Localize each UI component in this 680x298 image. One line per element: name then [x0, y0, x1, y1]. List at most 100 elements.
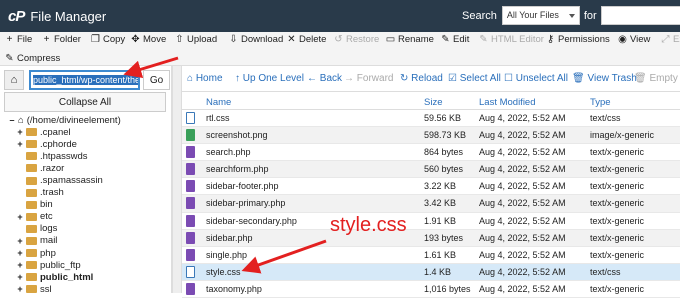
tree-item[interactable]: .trash: [0, 187, 170, 199]
expand-toggle[interactable]: +: [16, 272, 24, 282]
toolbar-ext-button[interactable]: ⤢Ext: [660, 32, 680, 46]
tree-item[interactable]: + .cphorde: [0, 138, 170, 150]
toolbar-restore-button[interactable]: ↺ Restore: [333, 32, 379, 46]
column-size[interactable]: Size: [424, 97, 442, 108]
toolbar-upload-button[interactable]: ⇧ Upload: [174, 32, 217, 46]
tree-item[interactable]: + public_ftp: [0, 259, 170, 271]
tree-item[interactable]: + php: [0, 247, 170, 259]
file-name: searchform.php: [206, 164, 269, 175]
tree-item[interactable]: + etc: [0, 211, 170, 223]
toolbar-button-label: Permissions: [558, 33, 610, 45]
expand-toggle[interactable]: +: [16, 127, 24, 137]
expand-toggle[interactable]: +: [16, 212, 24, 222]
expand-toggle[interactable]: +: [16, 139, 24, 149]
cpanel-logo: cP: [8, 7, 25, 25]
toolbar-file-button[interactable]: + File: [4, 32, 33, 46]
tree-item[interactable]: .spamassassin: [0, 174, 170, 186]
app-logo: cP File Manager: [8, 8, 106, 25]
tree-item-label: mail: [40, 235, 58, 247]
file-name: rtl.css: [206, 113, 230, 123]
file-modified: Aug 4, 2022, 5:52 AM: [479, 113, 566, 123]
file-row[interactable]: sidebar-footer.php 3.22 KB Aug 4, 2022, 5:…: [182, 178, 680, 196]
column-last-modified[interactable]: Last Modified: [479, 97, 536, 108]
tree-item[interactable]: – ⌂ (/home/divineelement): [0, 114, 170, 126]
file-type: text/x-generic: [590, 181, 645, 192]
file-type: text/css: [590, 113, 621, 123]
tree-item[interactable]: logs: [0, 223, 170, 235]
search-scope-select[interactable]: All Your Files: [501, 6, 580, 25]
rename-icon: ▭: [385, 33, 396, 45]
file-row[interactable]: sidebar-primary.php 3.42 KB Aug 4, 2022, 5…: [182, 195, 680, 213]
file-size: 1.61 KB: [424, 249, 457, 260]
file-row[interactable]: search.php 864 bytes Aug 4, 2022, 5:52 AM t…: [182, 144, 680, 162]
home-icon[interactable]: ⌂: [4, 70, 24, 90]
file-row[interactable]: taxonomy.php 1,016 bytes Aug 4, 2022, 5:52…: [182, 281, 680, 298]
file-row[interactable]: sidebar.php 193 bytes Aug 4, 2022, 5:52 AM…: [182, 229, 680, 247]
nav-select-all-button[interactable]: ☑ Select All: [448, 73, 501, 84]
tree-item-label: (/home/divineelement): [26, 114, 121, 126]
file-size: 3.42 KB: [424, 198, 457, 209]
file-row[interactable]: rtl.css 59.56 KB Aug 4, 2022, 5:52 AM text/…: [182, 110, 680, 128]
path-row: ⌂ public_html/wp-content/the Go: [4, 70, 170, 90]
nav-empty-tra-button[interactable]: 🗑 Empty Tra: [634, 73, 680, 84]
column-name[interactable]: Name: [206, 97, 231, 108]
nav-button-label: Home: [195, 73, 223, 84]
nav-view-trash-button[interactable]: 🗑 View Trash: [572, 73, 637, 84]
expand-toggle[interactable]: +: [16, 236, 24, 246]
tree-item[interactable]: + .cpanel: [0, 126, 170, 138]
toolbar-move-button[interactable]: ✥ Move: [130, 32, 166, 46]
toolbar-edit-button[interactable]: ✎ Edit: [440, 32, 469, 46]
path-input[interactable]: public_html/wp-content/the: [29, 70, 140, 90]
home-icon: ⌂: [187, 73, 194, 84]
folder-icon: [26, 164, 37, 173]
upload-icon: ⇧: [175, 33, 184, 45]
nav-forward-button[interactable]: → Forward: [344, 73, 393, 84]
file-list: rtl.css 59.56 KB Aug 4, 2022, 5:52 AM text/…: [182, 110, 680, 298]
file-row[interactable]: screenshot.png 598.73 KB Aug 4, 2022, 5:52…: [182, 127, 680, 145]
tree-item[interactable]: + ssl: [0, 283, 170, 295]
file-row[interactable]: sidebar-secondary.php 1.91 KB Aug 4, 2022,…: [182, 213, 680, 230]
toolbar-copy-button[interactable]: ❐ Copy: [90, 32, 125, 46]
pane-divider[interactable]: [172, 66, 182, 293]
path-go-button[interactable]: Go: [143, 70, 170, 90]
file-row[interactable]: single.php 1.61 KB Aug 4, 2022, 5:52 AM tex…: [182, 247, 680, 264]
copy-icon: ❐: [91, 33, 100, 45]
tree-item[interactable]: + public_html: [0, 271, 170, 283]
tree-item-label: .spamassassin: [40, 175, 103, 187]
nav-home-button[interactable]: ⌂ Home: [187, 73, 223, 84]
folder-icon: [26, 152, 37, 161]
nav-back-button[interactable]: ← Back: [307, 73, 342, 84]
file-type: text/x-generic: [590, 198, 645, 209]
tree-item-label: .trash: [40, 187, 64, 199]
nav-unselect-all-button[interactable]: ☐ Unselect All: [504, 73, 568, 84]
expand-toggle[interactable]: +: [16, 260, 24, 270]
toolbar-folder-button[interactable]: + Folder: [41, 32, 81, 46]
file-row[interactable]: style.css 1.4 KB Aug 4, 2022, 5:52 AM text/…: [182, 263, 680, 281]
nav-reload-button[interactable]: ↻ Reload: [400, 73, 443, 84]
nav-up-one-level-button[interactable]: ↑ Up One Level: [235, 73, 304, 84]
toolbar-compress-button[interactable]: ✎ Compress: [4, 51, 60, 65]
toolbar-rename-button[interactable]: ▭ Rename: [385, 32, 434, 46]
toolbar-delete-button[interactable]: ✕ Delete: [286, 32, 326, 46]
right-pane: ⌂ Home ↑ Up One Level ← Back → Forward ↻ Rel…: [182, 66, 680, 298]
file-type: text/x-generic: [590, 283, 645, 294]
expand-toggle[interactable]: –: [8, 115, 16, 125]
column-type[interactable]: Type: [590, 97, 611, 108]
toolbar-button-label: Rename: [398, 33, 434, 45]
file-row[interactable]: searchform.php 560 bytes Aug 4, 2022, 5:52…: [182, 161, 680, 179]
tree-item[interactable]: .razor: [0, 162, 170, 174]
nav-button-label: Reload: [411, 73, 443, 84]
tree-item-label: .razor: [40, 162, 65, 174]
search-input[interactable]: [600, 6, 680, 25]
toolbar-permissions-button[interactable]: ⚷ Permissions: [545, 32, 610, 46]
toolbar-view-button[interactable]: ◉ View: [617, 32, 650, 46]
tree-item[interactable]: bin: [0, 199, 170, 211]
nav-button-label: Unselect All: [515, 73, 568, 84]
expand-toggle[interactable]: +: [16, 248, 24, 258]
tree-item[interactable]: .htpasswds: [0, 150, 170, 162]
toolbar-button-label: Compress: [17, 52, 61, 64]
toolbar-download-button[interactable]: ⇩ Download: [228, 32, 283, 46]
toolbar-html-editor-button[interactable]: ✎ HTML Editor: [478, 32, 544, 46]
tree-item[interactable]: + mail: [0, 235, 170, 247]
collapse-all-button[interactable]: Collapse All: [4, 92, 166, 112]
